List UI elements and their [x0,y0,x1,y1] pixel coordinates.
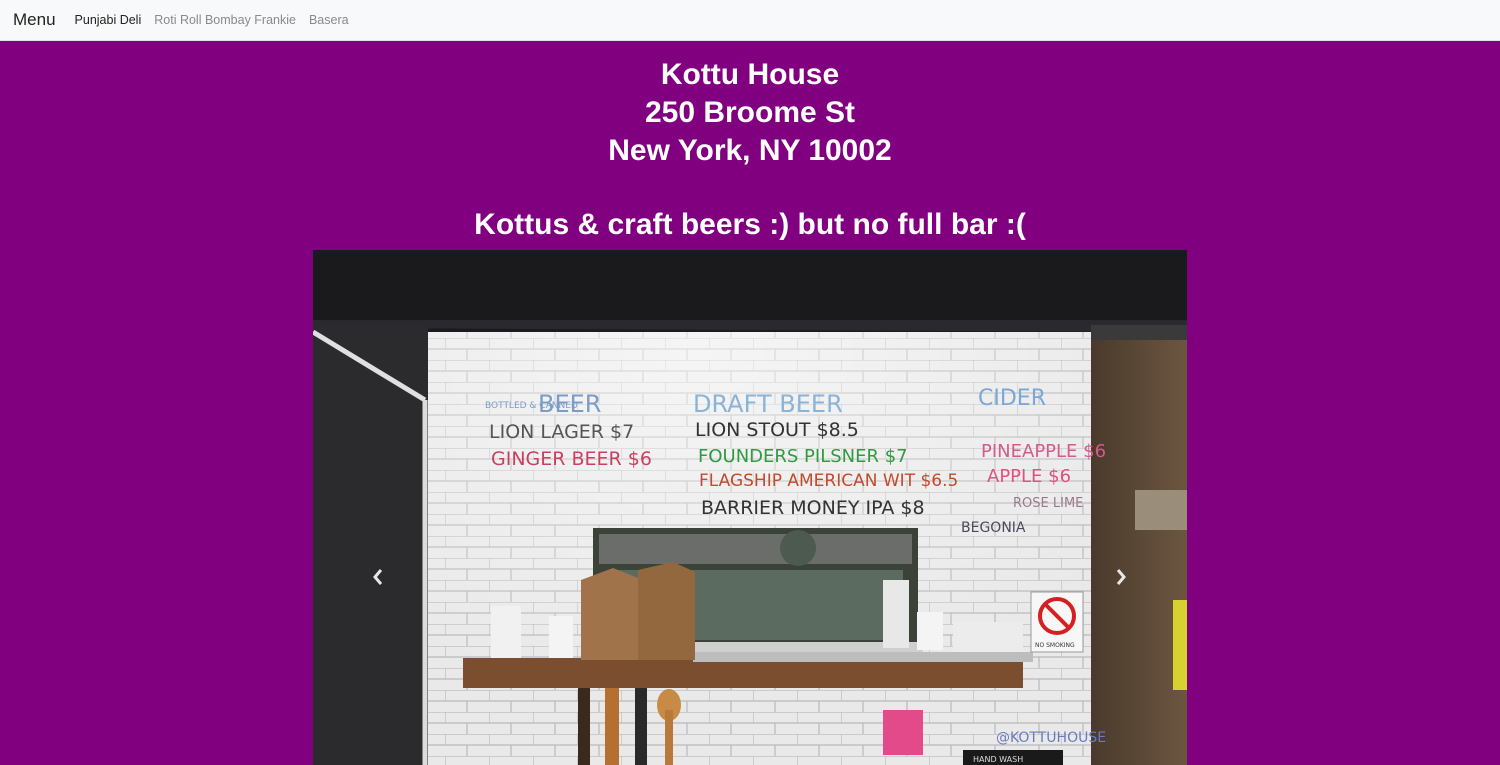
hand-wash-text: HAND WASH [973,755,1023,764]
svg-text:GINGER BEER $6: GINGER BEER $6 [491,448,652,470]
svg-text:LION STOUT $8.5: LION STOUT $8.5 [695,419,859,441]
nav-link-roti-roll[interactable]: Roti Roll Bombay Frankie [154,13,296,27]
top-navbar: Menu Punjabi Deli Roti Roll Bombay Frank… [0,0,1500,41]
restaurant-name: Kottu House [660,58,840,91]
svg-text:BEER: BEER [538,390,601,418]
svg-text:APPLE $6: APPLE $6 [987,466,1071,487]
nav-link-basera[interactable]: Basera [309,13,349,27]
restaurant-street: 250 Broome St [644,96,856,129]
no-smoking-text: NO SMOKING [1035,642,1075,649]
restaurant-header: Kottu House 250 Broome St New York, NY 1… [0,56,1500,170]
chevron-right-icon [1116,569,1126,585]
restaurant-tagline: Kottus & craft beers :) but no full bar … [474,208,1026,241]
chevron-left-icon [373,569,383,585]
nav-link-punjabi-deli[interactable]: Punjabi Deli [75,13,142,27]
instagram-handle: @KOTTUHOUSE [996,730,1106,746]
svg-text:PINEAPPLE $6: PINEAPPLE $6 [981,441,1106,462]
svg-text:BARRIER MONEY IPA $8: BARRIER MONEY IPA $8 [701,497,925,519]
restaurant-photo: BOTTLED & CANNED BEER DRAFT BEER CIDER L… [313,250,1187,765]
svg-text:FOUNDERS PILSNER $7: FOUNDERS PILSNER $7 [698,446,908,467]
svg-text:CIDER: CIDER [978,386,1046,411]
carousel-prev-button[interactable] [368,562,388,592]
svg-text:FLAGSHIP AMERICAN WIT $6.5: FLAGSHIP AMERICAN WIT $6.5 [699,471,958,491]
svg-text:BEGONIA: BEGONIA [961,520,1026,536]
navbar-brand[interactable]: Menu [13,10,56,30]
svg-text:LION LAGER $7: LION LAGER $7 [489,421,634,443]
svg-text:ROSE LIME: ROSE LIME [1013,496,1083,511]
photo-carousel[interactable]: BOTTLED & CANNED BEER DRAFT BEER CIDER L… [313,250,1187,765]
carousel-next-button[interactable] [1111,562,1131,592]
svg-text:DRAFT BEER: DRAFT BEER [693,390,843,418]
restaurant-city: New York, NY 10002 [608,134,892,167]
